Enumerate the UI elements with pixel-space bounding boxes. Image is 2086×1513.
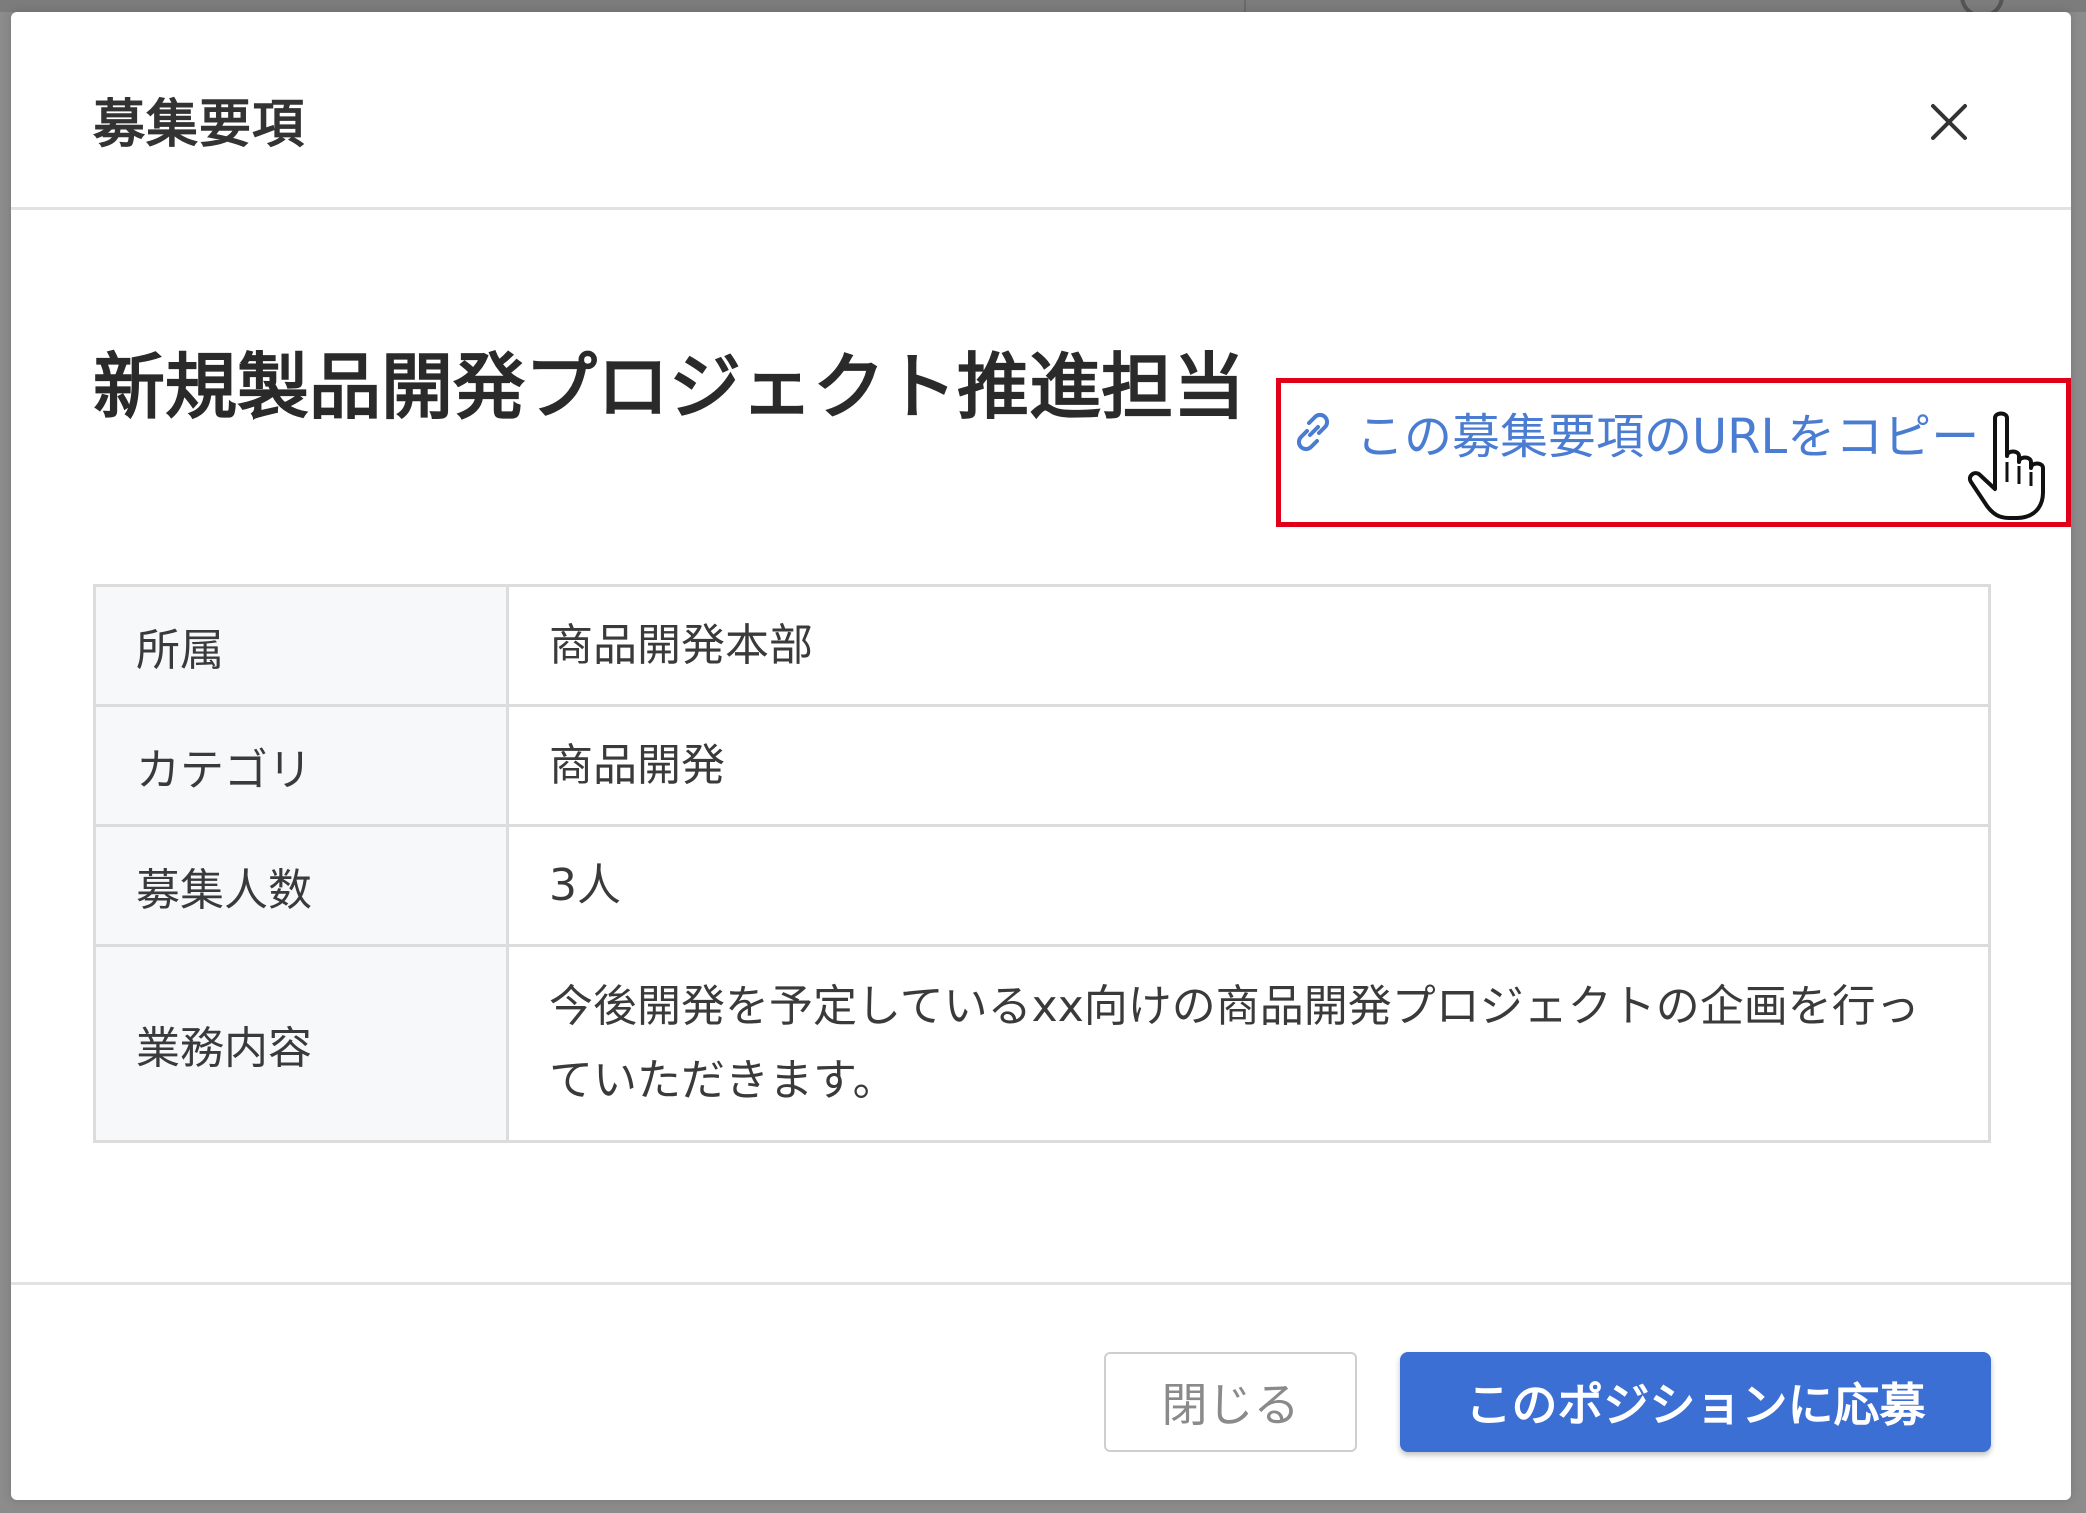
detail-value: 商品開発本部 <box>506 584 1991 707</box>
modal-header: 募集要項 <box>11 12 2071 210</box>
close-button[interactable] <box>1919 92 1979 152</box>
detail-label: 業務内容 <box>93 944 509 1143</box>
table-row: 所属 商品開発本部 <box>93 584 1991 707</box>
link-icon <box>1296 412 1330 452</box>
table-row: カテゴリ 商品開発 <box>93 704 1991 827</box>
job-details-table: 所属 商品開発本部 カテゴリ 商品開発 募集人数 3人 業務内容 今後開発を予定… <box>93 584 1991 1143</box>
detail-value: 今後開発を予定しているxx向けの商品開発プロジェクトの企画を行っていただきます。 <box>506 944 1991 1143</box>
close-icon <box>1931 104 1967 140</box>
copy-url-link[interactable]: この募集要項のURLをコピー <box>1290 402 1979 465</box>
detail-label: 募集人数 <box>93 824 509 947</box>
close-modal-button[interactable]: 閉じる <box>1104 1352 1357 1452</box>
apply-button[interactable]: このポジションに応募 <box>1400 1352 1991 1452</box>
job-posting-modal: 募集要項 新規製品開発プロジェクト推進担当 所属 商品開発本部 カテゴリ 商品開… <box>11 12 2071 1500</box>
hand-pointer-icon <box>1968 411 2045 520</box>
background-header <box>0 0 2086 12</box>
detail-label: カテゴリ <box>93 704 509 827</box>
background-divider <box>1244 0 1246 12</box>
copy-url-label: この募集要項のURLをコピー <box>1356 409 1980 465</box>
detail-label: 所属 <box>93 584 509 707</box>
modal-footer: 閉じる このポジションに応募 <box>11 1282 2071 1500</box>
position-title: 新規製品開発プロジェクト推進担当 <box>93 345 1246 429</box>
modal-title: 募集要項 <box>93 95 306 155</box>
table-row: 業務内容 今後開発を予定しているxx向けの商品開発プロジェクトの企画を行っていた… <box>93 944 1991 1143</box>
table-row: 募集人数 3人 <box>93 824 1991 947</box>
detail-value: 3人 <box>506 824 1991 947</box>
detail-value: 商品開発 <box>506 704 1991 827</box>
